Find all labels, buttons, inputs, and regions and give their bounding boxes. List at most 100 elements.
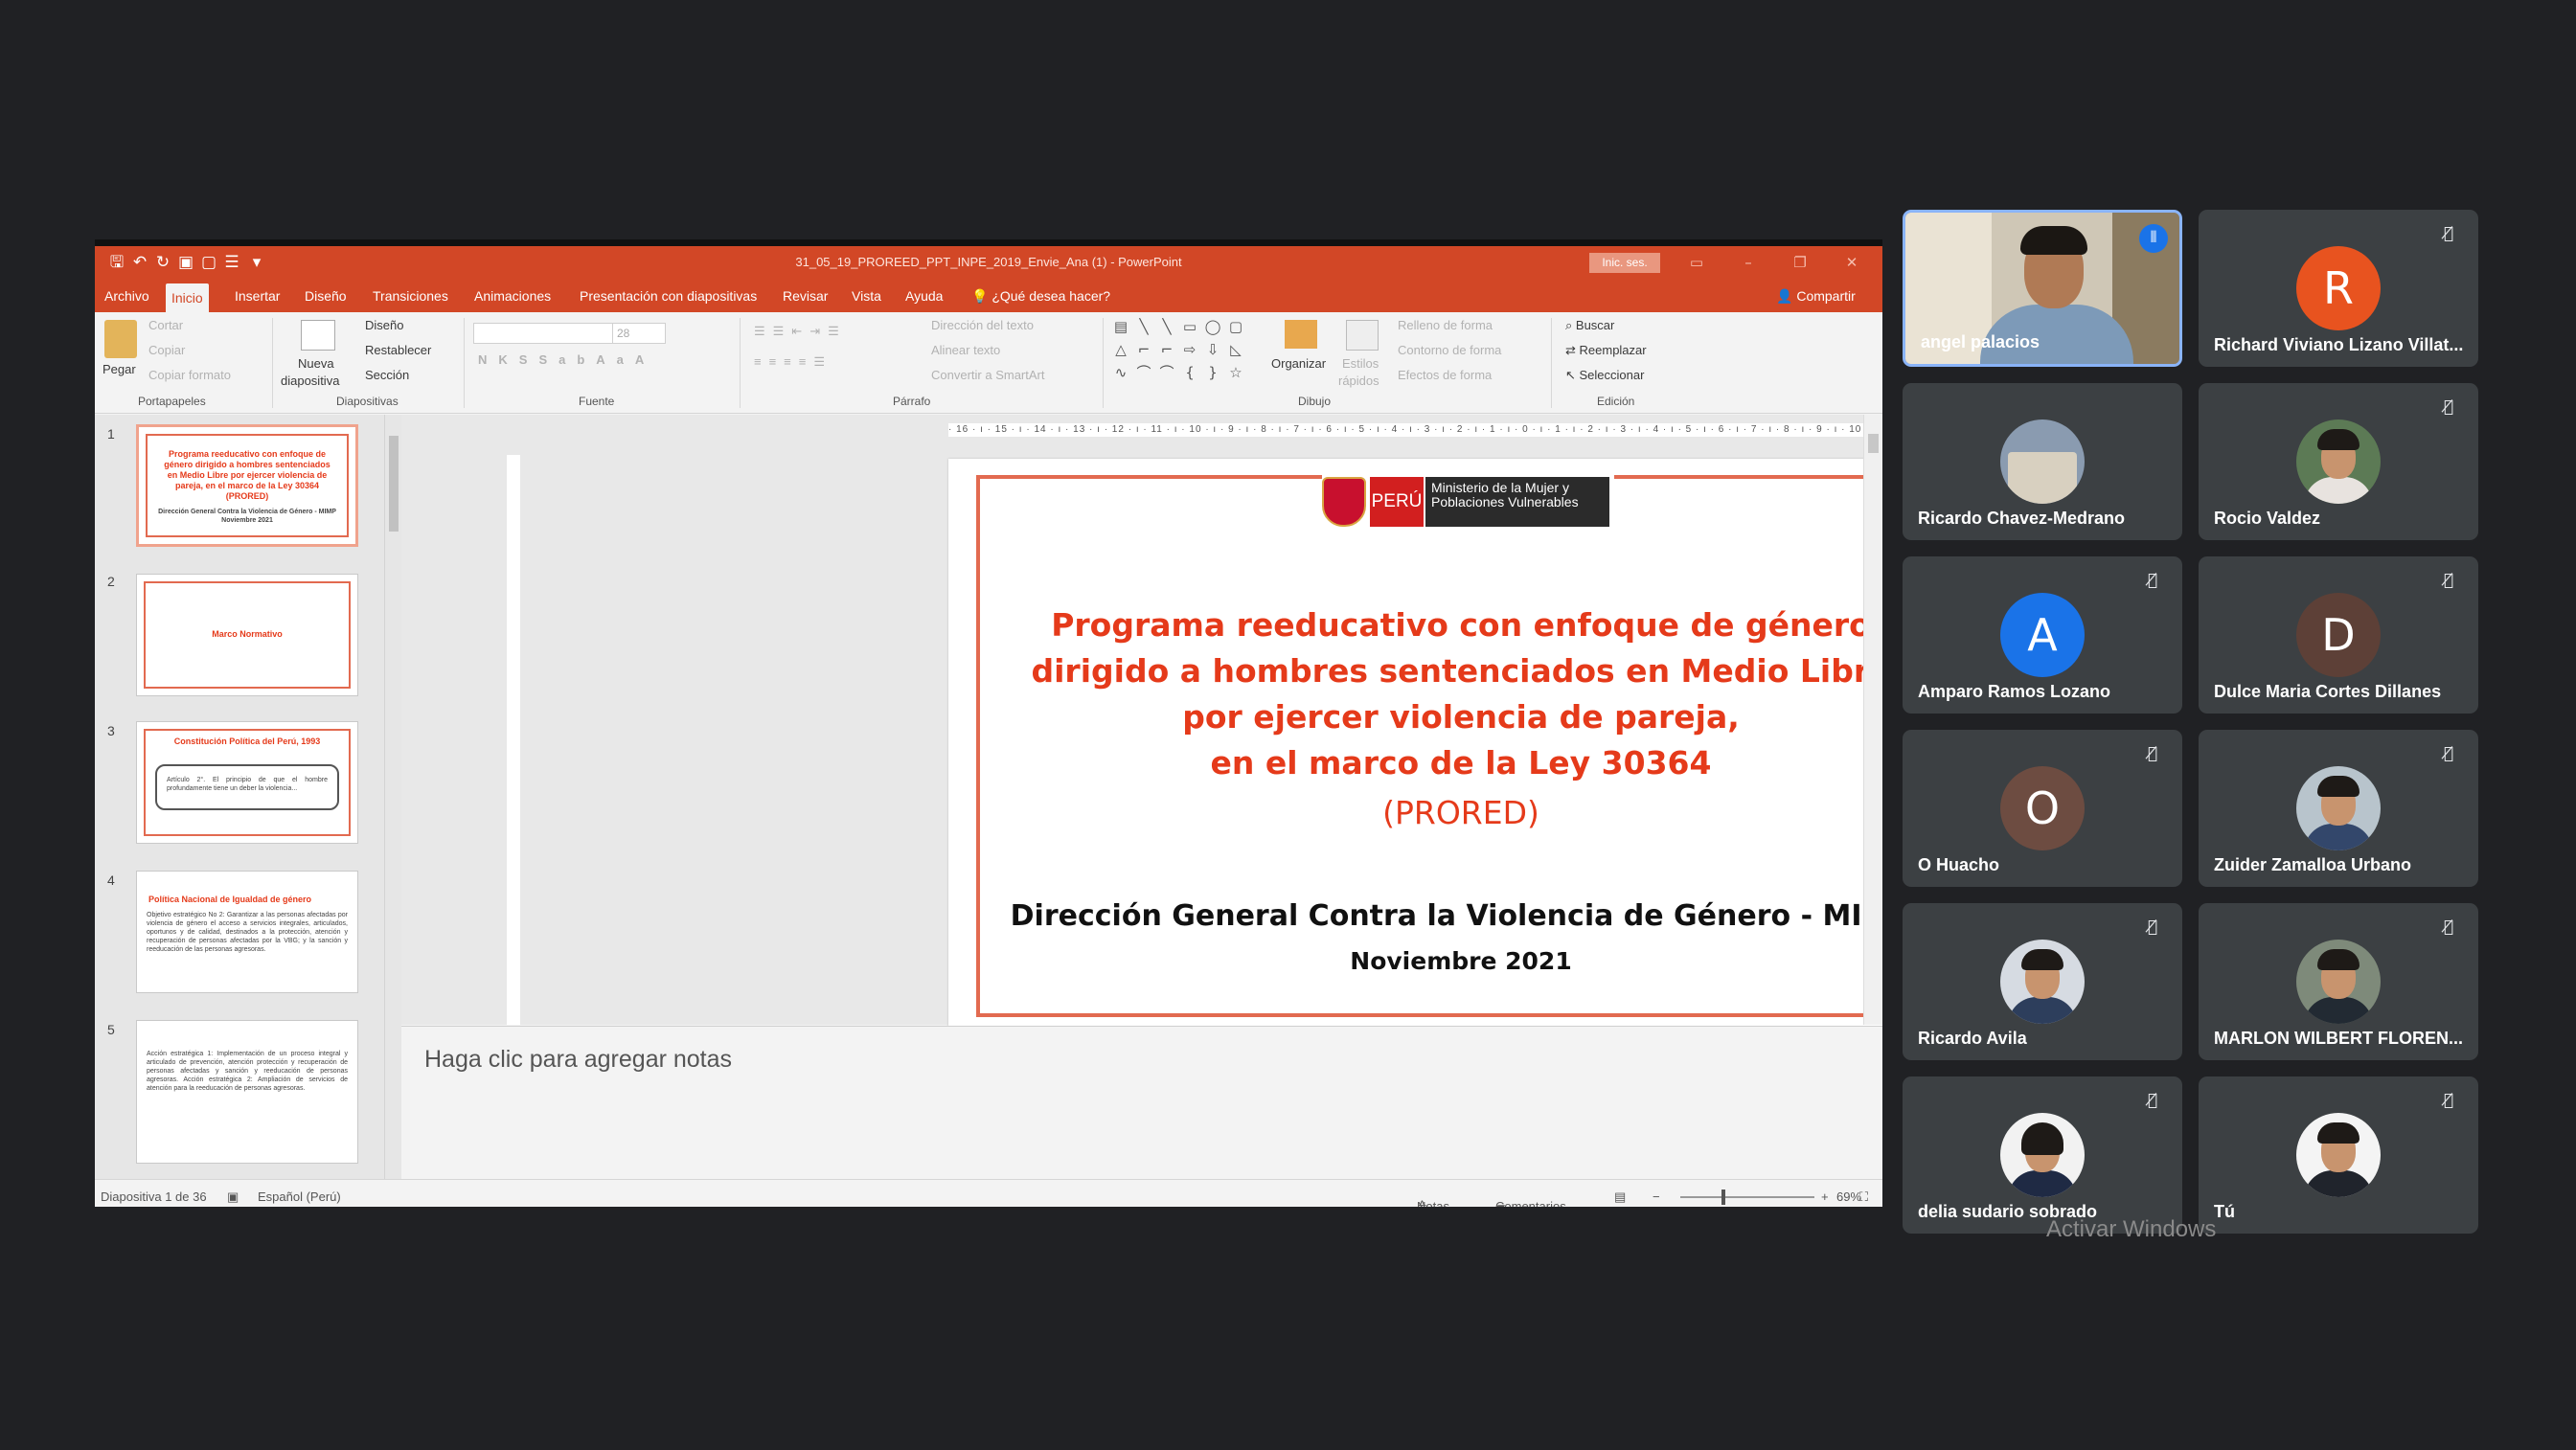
rounded-rect-shape-icon[interactable]: ▢ [1227,318,1244,335]
select-button[interactable]: ↖ Seleccionar [1565,368,1644,383]
curve-shape-icon[interactable]: ⌒ [1158,364,1175,381]
layout-button[interactable]: Diseño [365,318,403,332]
shape-outline-button[interactable]: Contorno de forma [1398,343,1501,357]
slide-thumbnail-4[interactable]: Política Nacional de Igualdad de género … [136,871,358,993]
connector-shape-icon[interactable]: ⌐ [1135,341,1152,358]
find-button[interactable]: ⌕ Buscar [1565,318,1614,333]
normal-view-icon[interactable]: ▤ [1614,1189,1626,1205]
editor-scrollbar[interactable] [1863,415,1882,1025]
scrollbar-thumb[interactable] [389,436,399,532]
participant-tile-1[interactable]: ⦀ angel palacios [1903,210,2182,367]
tab-animaciones[interactable]: Animaciones [468,281,557,312]
zoom-slider[interactable] [1680,1196,1814,1198]
slide-title-line-4: en el marco de la Ley 30364 [1210,744,1712,782]
curve-shape-icon[interactable]: ⌒ [1135,364,1152,381]
share-button[interactable]: 👤 Compartir [1776,281,1856,312]
oval-shape-icon[interactable]: ◯ [1204,318,1221,335]
curve-shape-icon[interactable]: ∿ [1112,364,1129,381]
fit-slide-icon[interactable]: ⛶ [1859,1189,1868,1205]
paste-button[interactable]: Pegar [103,362,136,376]
reset-button[interactable]: Restablecer [365,343,431,357]
tab-vista[interactable]: Vista [846,281,887,312]
thumbnails-scrollbar[interactable] [384,415,401,1179]
line-shape-icon[interactable]: ╲ [1135,318,1152,335]
minimize-icon[interactable]: – [1737,252,1760,273]
callout-shape-icon[interactable]: ◺ [1227,341,1244,358]
arrange-icon[interactable] [1285,320,1317,349]
slide-thumbnail-5[interactable]: Acción estratégica 1: Implementación de … [136,1020,358,1164]
notes-placeholder[interactable]: Haga clic para agregar notas [424,1046,732,1074]
participant-tile-3[interactable]: Ricardo Chavez-Medrano [1903,383,2182,540]
tab-insertar[interactable]: Insertar [229,281,285,312]
paragraph-align-buttons[interactable]: ≡≡≡≡☰ [754,354,832,370]
arrow-shape-icon[interactable]: ⇩ [1204,341,1221,358]
section-button[interactable]: Sección [365,368,409,382]
brace-shape-icon[interactable]: { [1181,364,1198,381]
shape-fill-button[interactable]: Relleno de forma [1398,318,1493,332]
participant-tile-5[interactable]: 🎙̸ A Amparo Ramos Lozano [1903,556,2182,714]
connector-shape-icon[interactable]: ⌐ [1158,341,1175,358]
arrange-button[interactable]: Organizar [1271,356,1326,371]
textbox-shape-icon[interactable]: ▤ [1112,318,1129,335]
zoom-slider-thumb[interactable] [1721,1189,1725,1205]
tab-archivo[interactable]: Archivo [99,281,155,312]
plus-icon[interactable]: + [1821,1189,1829,1204]
participant-tile-7[interactable]: 🎙̸ O O Huacho [1903,730,2182,887]
spellcheck-icon[interactable]: ▣ [227,1189,239,1205]
participant-tile-6[interactable]: 🎙̸ D Dulce Maria Cortes Dillanes [2199,556,2478,714]
zoom-level[interactable]: 69% [1836,1189,1861,1204]
align-text-button[interactable]: Alinear texto [931,343,1000,357]
brace-shape-icon[interactable]: } [1204,364,1221,381]
triangle-shape-icon[interactable]: △ [1112,341,1129,358]
new-slide-label-2[interactable]: diapositiva [281,374,339,388]
font-name-input[interactable] [473,323,615,344]
paragraph-list-buttons[interactable]: ☰☰⇤⇥☰ [754,324,847,339]
tab-presentacion[interactable]: Presentación con diapositivas [574,281,763,312]
sign-in-button[interactable]: Inic. ses. [1589,253,1660,273]
tab-inicio[interactable]: Inicio [166,283,209,312]
arrow-shape-icon[interactable]: ⇨ [1181,341,1198,358]
participant-tile-9[interactable]: 🎙̸ Ricardo Avila [1903,903,2182,1060]
tab-diseno[interactable]: Diseño [299,281,353,312]
participant-tile-8[interactable]: 🎙̸ Zuider Zamalloa Urbano [2199,730,2478,887]
replace-button[interactable]: ⇄ Reemplazar [1565,343,1647,358]
copy-button[interactable]: Copiar [148,343,185,357]
tell-me-search[interactable]: 💡 ¿Qué desea hacer? [971,281,1110,312]
participant-tile-2[interactable]: 🎙̸ R Richard Viviano Lizano Villat... [2199,210,2478,367]
line-shape-icon[interactable]: ╲ [1158,318,1175,335]
new-slide-icon[interactable] [301,320,335,351]
format-painter-button[interactable]: Copiar formato [148,368,231,382]
slide-thumbnail-1[interactable]: Programa reeducativo con enfoque de géne… [136,424,358,547]
close-icon[interactable]: ✕ [1840,252,1863,273]
new-slide-label-1[interactable]: Nueva [298,356,334,371]
current-slide[interactable]: PERÚ Ministerio de la Mujer y Poblacione… [948,459,1882,1030]
text-direction-button[interactable]: Dirección del texto [931,318,1034,332]
rectangle-shape-icon[interactable]: ▭ [1181,318,1198,335]
participant-tile-11[interactable]: 🎙̸ delia sudario sobrado [1903,1076,2182,1234]
participant-tile-4[interactable]: 🎙̸ Rocio Valdez [2199,383,2478,540]
language-indicator[interactable]: Español (Perú) [258,1189,341,1204]
quick-styles-icon[interactable] [1346,320,1379,351]
paste-icon[interactable] [104,320,137,358]
font-format-buttons[interactable]: NKSSabAaA [478,352,655,367]
ribbon-options-icon[interactable]: ▭ [1685,252,1708,273]
tab-ayuda[interactable]: Ayuda [900,281,948,312]
thumbnail-title: Marco Normativo [212,629,283,639]
notes-pane[interactable]: Haga clic para agregar notas [401,1026,1882,1179]
smartart-button[interactable]: Convertir a SmartArt [931,368,1044,382]
star-shape-icon[interactable]: ☆ [1227,364,1244,381]
slide-thumbnail-3[interactable]: Constitución Política del Perú, 1993 Art… [136,721,358,844]
scrollbar-thumb[interactable] [1868,434,1879,453]
font-size-input[interactable]: 28 [612,323,666,344]
minus-icon[interactable]: − [1653,1189,1660,1204]
participant-tile-10[interactable]: 🎙̸ MARLON WILBERT FLOREN... [2199,903,2478,1060]
slide-thumbnail-2[interactable]: Marco Normativo [136,574,358,696]
tab-revisar[interactable]: Revisar [777,281,833,312]
quick-styles-label-1[interactable]: Estilos [1342,356,1379,371]
maximize-icon[interactable]: ❐ [1789,252,1812,273]
participant-tile-12[interactable]: 🎙̸ Tú [2199,1076,2478,1234]
shape-effects-button[interactable]: Efectos de forma [1398,368,1492,382]
quick-styles-label-2[interactable]: rápidos [1338,374,1379,388]
cut-button[interactable]: Cortar [148,318,183,332]
tab-transiciones[interactable]: Transiciones [367,281,454,312]
